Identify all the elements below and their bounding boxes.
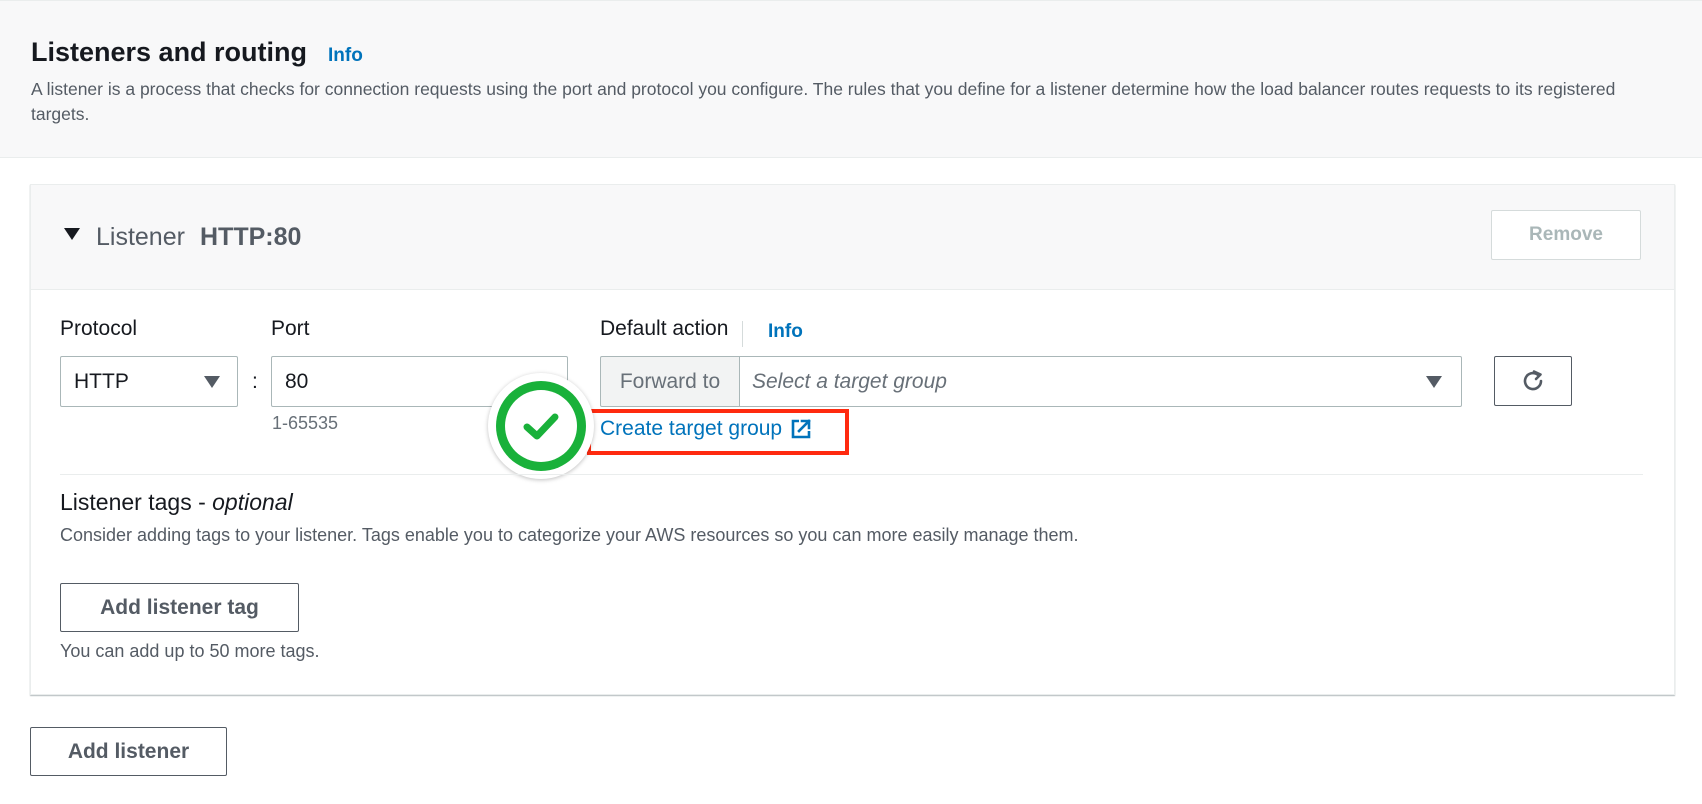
page-title: Listeners and routing [31,37,308,67]
refresh-icon [1523,370,1543,391]
listener-title-prefix: Listener [96,223,185,251]
section-divider [60,474,1643,475]
refresh-button[interactable] [1494,356,1572,406]
tags-title-text: Listener tags - [60,489,213,515]
add-listener-button[interactable]: Add listener [30,727,227,776]
divider [742,321,743,347]
protocol-value: HTTP [74,370,129,393]
dropdown-arrow-icon [1426,376,1442,388]
protocol-select[interactable]: HTTP [60,356,238,407]
success-checkmark-badge [488,373,594,479]
protocol-label: Protocol [60,317,138,340]
forward-to-label: Forward to [619,369,721,393]
default-action-label: Default action [600,317,729,340]
dropdown-arrow-icon [204,376,220,388]
create-target-group-label: Create target group [600,417,783,440]
port-label: Port [271,317,310,340]
port-value: 80 [285,370,309,393]
listener-tags-title: Listener tags - optional [60,489,293,516]
page: Listeners and routing Info A listener is… [0,0,1702,804]
remove-button[interactable]: Remove [1491,210,1641,260]
listener-tags-description: Consider adding tags to your listener. T… [60,525,1079,545]
section-header: Listeners and routing Info A listener is… [0,0,1702,158]
target-group-placeholder: Select a target group [752,370,947,393]
default-action-info-link[interactable]: Info [768,321,803,343]
header-description: A listener is a process that checks for … [31,79,1616,124]
tags-limit-note: You can add up to 50 more tags. [60,641,320,661]
external-link-icon [791,419,811,439]
add-listener-tag-button[interactable]: Add listener tag [60,583,299,632]
create-target-group-link[interactable]: Create target group [600,417,812,441]
port-separator: : [252,370,258,393]
target-group-select[interactable]: Select a target group [739,356,1462,407]
caret-down-icon[interactable] [64,228,80,240]
port-hint: 1-65535 [272,413,339,433]
listener-title-value: HTTP:80 [200,223,302,251]
forward-to-addon: Forward to [600,356,740,407]
listener-card-header[interactable]: Listener HTTP:80 Remove [31,185,1674,290]
checkmark-icon [523,413,559,440]
listener-card: Listener HTTP:80 Remove Protocol HTTP : … [30,184,1675,695]
header-info-link[interactable]: Info [328,45,363,67]
tags-title-optional: optional [212,489,293,515]
